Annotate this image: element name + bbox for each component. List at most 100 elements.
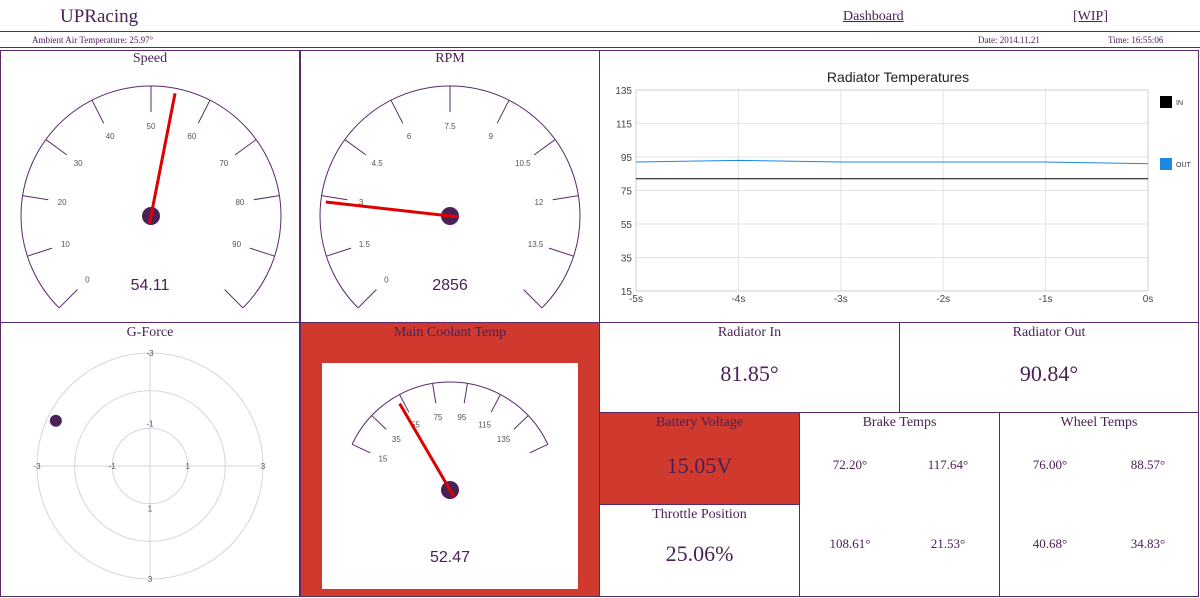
rpm-value: 2856 [432, 277, 468, 294]
throttle-title: Throttle Position [652, 507, 747, 522]
gauge-tick-label: 20 [58, 198, 67, 207]
chart-x-tick-label: -2s [936, 294, 950, 305]
gauge-tick-label: 15 [378, 455, 387, 464]
radiator-chart-panel: Radiator Temperatures 135 115 95 75 55 35 15 -5… [599, 50, 1199, 323]
rpm-panel: RPM 0 1.5 3 4.5 6 7.5 9 10.5 12 13.5 2856 [300, 50, 600, 323]
gauge-tick-label: 95 [457, 413, 466, 422]
nav-wip-link[interactable]: [WIP] [1073, 9, 1108, 25]
gauge-tick-label: 80 [235, 198, 244, 207]
wheel-temp-front-right: 88.57° [1130, 457, 1166, 472]
gauge-tick [432, 383, 437, 404]
brake-temps-panel: Brake Temps 72.20° 117.64° 108.61° 21.53… [799, 412, 1000, 597]
gauge-needle [325, 200, 459, 219]
battery-panel: Battery Voltage 15.05V [599, 412, 800, 505]
chart-x-tick-label: -3s [834, 294, 848, 305]
gauge-tick [351, 443, 371, 454]
wheel-temps-panel: Wheel Temps 76.00° 88.57° 40.68° 34.83° [999, 412, 1199, 597]
gauge-tick [390, 99, 404, 124]
ambient-temperature: Ambient Air Temperature: 25.97° [32, 35, 154, 45]
gauge-tick-label: 50 [147, 122, 156, 131]
gforce-label-left-outer: -3 [33, 462, 41, 471]
wheel-temp-front-left: 76.00° [1032, 457, 1068, 472]
gauge-tick [513, 415, 529, 430]
gauge-tick [548, 247, 574, 257]
gauge-tick-label: 12 [534, 198, 543, 207]
radiator-in-title: Radiator In [717, 325, 782, 340]
gauge-tick-label: 40 [106, 132, 115, 141]
brake-temp-rear-left: 108.61° [829, 536, 871, 551]
gauge-tick-label: 6 [407, 132, 412, 141]
gauge-tick-label: 10 [61, 240, 70, 249]
radiator-in-panel: Radiator In 81.85° [599, 322, 900, 413]
chart-y-tick-label: 75 [621, 187, 633, 198]
radiator-out-panel: Radiator Out 90.84° [899, 322, 1199, 413]
gauge-tick [529, 443, 549, 454]
gauge-tick [463, 383, 468, 404]
gauge-tick [533, 139, 556, 156]
app-brand: UPRacing [60, 6, 139, 27]
wheel-temp-rear-left: 40.68° [1032, 536, 1068, 551]
gauge-tick [552, 195, 579, 201]
gauge-tick [27, 247, 53, 257]
gauge-tick-label: 30 [74, 159, 83, 168]
gforce-panel: G-Force -3 -1 1 3 -3 -1 1 3 [0, 322, 300, 597]
legend-swatch-in [1160, 96, 1172, 108]
legend-swatch-out [1160, 158, 1172, 170]
gauge-tick-label: 60 [187, 132, 196, 141]
battery-title: Battery Voltage [656, 415, 743, 430]
speed-panel: Speed 0 10 20 30 40 50 60 70 80 90 54.11 [0, 50, 300, 323]
nav-dashboard-link[interactable]: Dashboard [843, 9, 904, 25]
gauge-tick [249, 247, 275, 257]
brake-temp-front-right: 117.64° [927, 457, 969, 472]
gforce-label-top-inner: -1 [146, 419, 154, 428]
chart-y-tick-label: 95 [621, 153, 633, 164]
speed-value: 54.11 [130, 277, 170, 294]
gauge-tick-label: 9 [489, 132, 494, 141]
throttle-panel: Throttle Position 25.06% [599, 504, 800, 597]
chart-y-tick-label: 55 [621, 220, 633, 231]
radiator-out-title: Radiator Out [1012, 325, 1086, 340]
gauge-tick [371, 415, 387, 430]
chart-y-tick-label: 135 [615, 86, 632, 97]
brake-temp-front-left: 72.20° [832, 457, 868, 472]
gauge-tick [490, 394, 501, 413]
chart-x-tick-label: -5s [629, 294, 643, 305]
chart-title: Radiator Temperatures [827, 69, 969, 85]
gauge-tick [91, 99, 105, 124]
gforce-label-right-outer: 3 [261, 462, 266, 471]
gauge-tick-label: 70 [219, 159, 228, 168]
gauge-tick [321, 195, 348, 201]
gauge-tick-label: 115 [478, 421, 491, 430]
gauge-tick-label: 4.5 [372, 159, 384, 168]
gauge-tick [344, 139, 367, 156]
gauge-tick [197, 99, 211, 124]
battery-value: 15.05V [666, 453, 733, 478]
header-divider [0, 31, 1200, 32]
gforce-label-top-outer: -3 [146, 349, 154, 358]
gauge-arc [351, 381, 549, 445]
gauge-tick-label: 35 [392, 435, 401, 444]
gauge-tick [22, 195, 49, 201]
subheader-divider [0, 47, 1200, 48]
gforce-label-left-inner: -1 [109, 462, 117, 471]
brake-temps-title: Brake Temps [862, 415, 937, 430]
gauge-tick-label: 75 [434, 413, 443, 422]
gauge-needle [147, 93, 177, 225]
coolant-gauge-card: 15 35 55 75 95 115 135 52.47 [322, 363, 578, 589]
chart-x-tick-label: -1s [1039, 294, 1053, 305]
gauge-tick-label: 10.5 [515, 159, 531, 168]
gauge-tick-label: 90 [232, 240, 241, 249]
radiator-out-value: 90.84° [1019, 361, 1079, 386]
gauge-tick [45, 139, 68, 156]
date-readout: Date: 2014.11.21 [978, 35, 1040, 45]
chart-y-tick-label: 115 [616, 120, 632, 131]
coolant-value: 52.47 [429, 549, 471, 566]
gauge-needle [398, 402, 456, 498]
chart-x-tick-label: -4s [731, 294, 745, 305]
chart-x-tick-label: 0s [1143, 294, 1154, 305]
wheel-temps-title: Wheel Temps [1060, 415, 1138, 430]
time-readout: Time: 16:55:06 [1108, 35, 1164, 45]
radiator-in-value: 81.85° [720, 361, 779, 386]
throttle-value: 25.06% [665, 541, 734, 566]
gforce-label-right-inner: 1 [185, 462, 190, 471]
